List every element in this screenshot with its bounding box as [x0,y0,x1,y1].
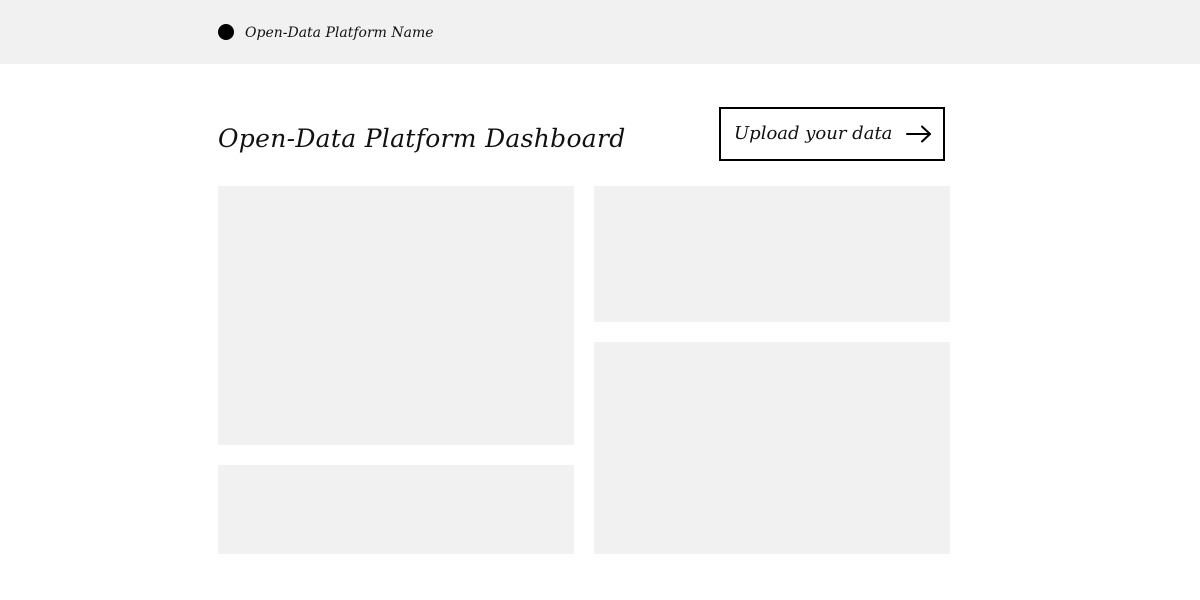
upload-button-label: Upload your data [734,123,893,144]
page-title: Open-Data Platform Dashboard [218,124,626,153]
dashboard-card-large-left [218,186,574,445]
platform-name[interactable]: Open-Data Platform Name [245,24,434,42]
dashboard-card-bottom-left [218,465,574,554]
dashboard-card-top-right [594,186,950,322]
arrow-right-icon [906,125,931,143]
logo-icon[interactable] [218,24,234,40]
dashboard-card-bottom-right [594,342,950,554]
top-navigation-bar: Open-Data Platform Name [0,0,1200,64]
upload-data-button[interactable]: Upload your data [719,107,945,161]
